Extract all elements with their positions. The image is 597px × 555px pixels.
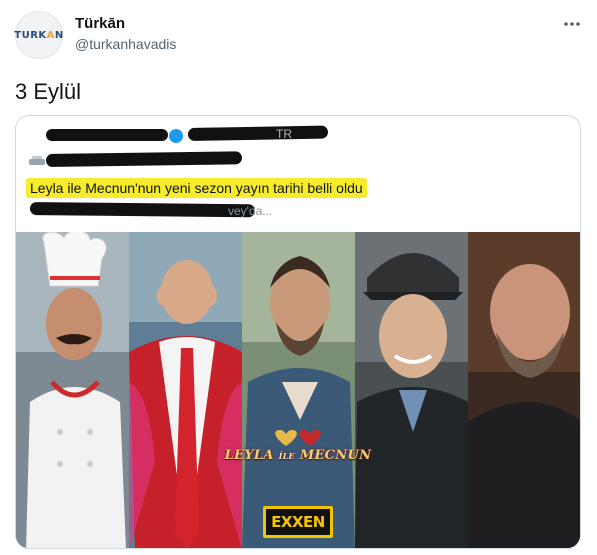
quoted-tweet[interactable]: TR Leyla ile Mecnun'nun yeni sezon yayın…: [15, 115, 581, 549]
avatar[interactable]: TURKAN: [14, 11, 64, 59]
pot-icon: [29, 156, 45, 165]
tweet-card[interactable]: TURKAN Türkān @turkanhavadis 3 Eylül TR …: [0, 0, 597, 555]
redaction-mark: [46, 129, 168, 141]
tweet-text: 3 Eylül: [15, 79, 82, 104]
brand-badge: EXXEN: [263, 506, 333, 538]
more-options-button[interactable]: [560, 14, 584, 34]
cast-photo-bearded-man: [242, 232, 355, 548]
brand-badge-text: EXXEN: [271, 513, 325, 531]
quoted-headline-highlight: Leyla ile Mecnun'nun yeni sezon yayın ta…: [26, 178, 367, 198]
quoted-subtitle-fragment: vey'da...: [228, 204, 273, 218]
hearts-icon: [275, 430, 321, 446]
redaction-mark: [45, 151, 243, 167]
cast-photo-bald-man: [468, 232, 580, 548]
redaction-mark: [29, 202, 256, 218]
show-logo: LEYLA İLE MECNUN: [225, 428, 371, 480]
quoted-handle-fragment: TR: [276, 127, 292, 141]
verified-badge-icon: [169, 129, 183, 143]
author-name[interactable]: Türkān: [75, 15, 125, 32]
ellipsis-icon: [564, 22, 580, 26]
quoted-media-image[interactable]: LEYLA İLE MECNUN EXXEN: [16, 232, 580, 548]
cast-photo-man-in-cap: [355, 232, 468, 548]
show-logo-title: LEYLA İLE MECNUN: [224, 448, 372, 463]
cast-photo-chef: [16, 232, 129, 548]
cast-photo-red-jacket: [129, 232, 242, 548]
author-handle[interactable]: @turkanhavadis: [75, 36, 176, 52]
redaction-mark: [187, 125, 329, 141]
quoted-headline: Leyla ile Mecnun'nun yeni sezon yayın ta…: [30, 180, 363, 196]
turkan-logo-icon: TURKAN: [14, 29, 64, 41]
